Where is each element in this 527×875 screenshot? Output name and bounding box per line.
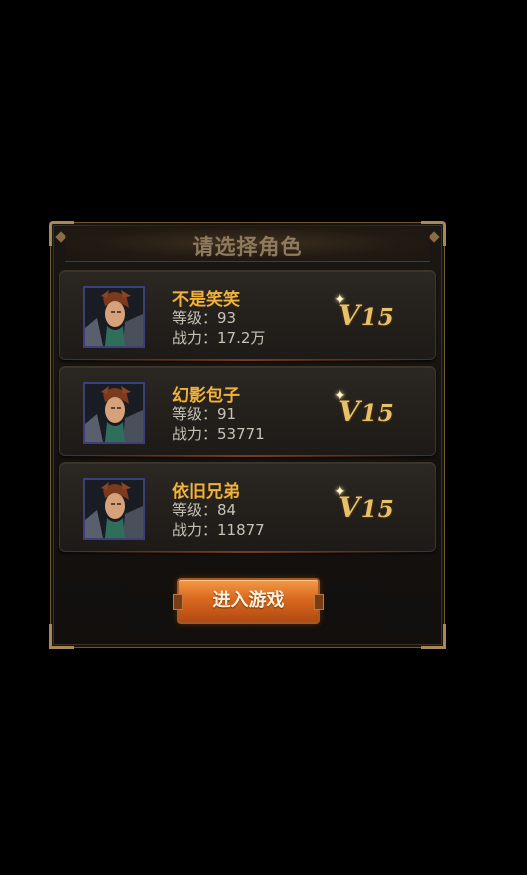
character-level: 等级：93 (172, 309, 237, 327)
vip-prefix: V (338, 395, 361, 428)
vip-prefix: V (338, 299, 361, 332)
warrior-portrait-icon (85, 384, 143, 442)
warrior-portrait-icon (85, 288, 143, 346)
character-row[interactable]: 不是笑笑 等级：93 战力：17.2万 ✦ V15 (59, 270, 436, 361)
warrior-portrait-icon (85, 480, 143, 538)
button-cap-right (314, 594, 324, 610)
character-row[interactable]: 幻影包子 等级：91 战力：53771 ✦ V15 (59, 366, 436, 457)
vip-badge: V15 (338, 491, 395, 524)
enter-game-label: 进入游戏 (212, 590, 285, 611)
frame-corner-bottom-right (421, 624, 446, 649)
character-select-dialog: 请选择角色 不是笑笑 等级：93 战力：17.2万 ✦ V15 幻影包子 等级：… (49, 221, 446, 649)
row-divider (70, 455, 425, 457)
character-row[interactable]: 依旧兄弟 等级：84 战力：11877 ✦ V15 (59, 462, 436, 553)
vip-level: 15 (360, 496, 395, 523)
vip-level: 15 (360, 304, 395, 331)
dialog-title-bar: 请选择角色 (65, 225, 430, 262)
character-level: 等级：84 (172, 501, 237, 519)
button-cap-left (173, 594, 183, 610)
character-power: 战力：53771 (172, 425, 265, 443)
character-power: 战力：11877 (172, 521, 265, 539)
vip-badge: V15 (338, 395, 395, 428)
character-avatar (83, 478, 145, 540)
character-avatar (83, 286, 145, 348)
frame-corner-bottom-left (49, 624, 74, 649)
vip-prefix: V (338, 491, 361, 524)
enter-game-button[interactable]: 进入游戏 (173, 578, 324, 624)
row-divider (70, 359, 425, 361)
character-level: 等级：91 (172, 405, 237, 423)
character-avatar (83, 382, 145, 444)
vip-badge: V15 (338, 299, 395, 332)
dialog-title: 请选择角色 (192, 235, 303, 259)
vip-level: 15 (360, 400, 395, 427)
row-divider (70, 551, 425, 553)
character-power: 战力：17.2万 (172, 329, 266, 347)
